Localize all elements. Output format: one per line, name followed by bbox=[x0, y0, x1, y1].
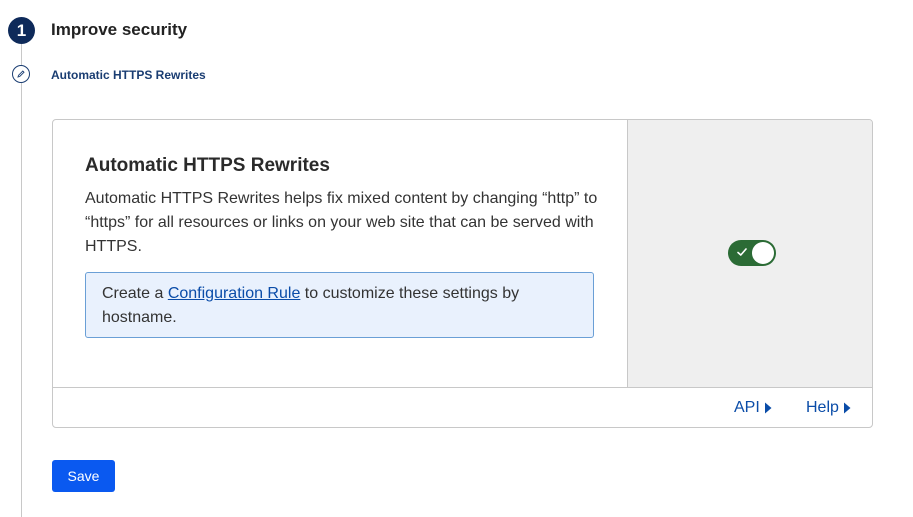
step-title: Improve security bbox=[51, 20, 188, 39]
substep-indicator bbox=[12, 65, 30, 83]
setting-title: Automatic HTTPS Rewrites bbox=[85, 155, 330, 176]
caret-right-icon bbox=[764, 402, 772, 414]
help-label: Help bbox=[806, 399, 839, 416]
pencil-icon bbox=[17, 70, 25, 78]
save-button[interactable]: Save bbox=[52, 460, 115, 492]
help-link[interactable]: Help bbox=[806, 399, 851, 417]
setting-footer: API Help bbox=[53, 387, 872, 427]
setting-card: Automatic HTTPS Rewrites Automatic HTTPS… bbox=[52, 119, 873, 428]
info-callout: Create a Configuration Rule to customize… bbox=[85, 272, 594, 338]
check-icon bbox=[737, 248, 747, 256]
api-label: API bbox=[734, 399, 760, 416]
stepper-line bbox=[21, 44, 22, 517]
setting-content: Automatic HTTPS Rewrites Automatic HTTPS… bbox=[53, 120, 627, 387]
https-rewrites-toggle[interactable] bbox=[728, 240, 776, 266]
setting-description: Automatic HTTPS Rewrites helps fix mixed… bbox=[85, 190, 598, 255]
caret-right-icon bbox=[843, 402, 851, 414]
setting-control-panel bbox=[627, 120, 872, 387]
substep-title: Automatic HTTPS Rewrites bbox=[51, 68, 206, 82]
toggle-knob bbox=[752, 242, 774, 264]
info-prefix: Create a bbox=[102, 285, 168, 302]
configuration-rule-link[interactable]: Configuration Rule bbox=[168, 285, 301, 302]
api-link[interactable]: API bbox=[734, 399, 772, 417]
step-number-badge: 1 bbox=[8, 17, 35, 44]
